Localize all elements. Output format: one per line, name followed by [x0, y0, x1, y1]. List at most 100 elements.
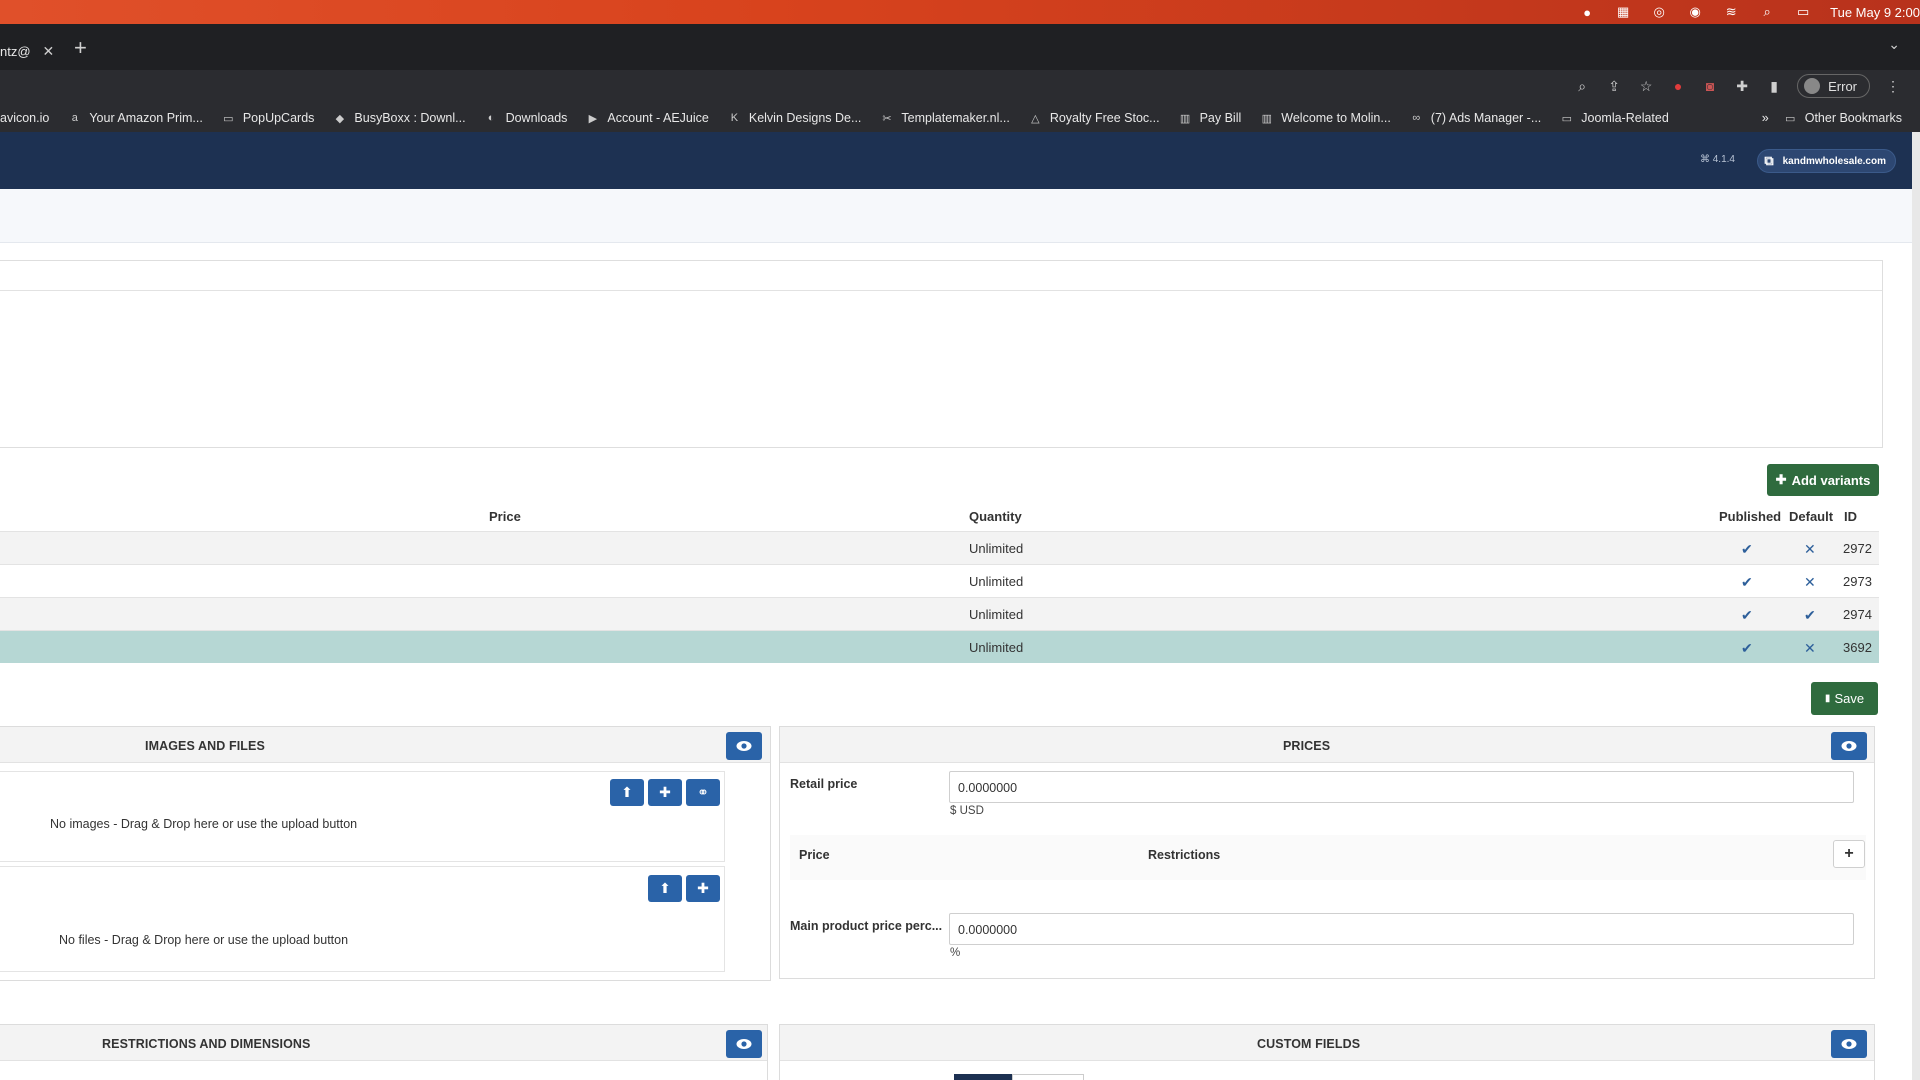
extensions-puzzle-icon[interactable]: ✚: [1733, 77, 1751, 95]
sync-icon[interactable]: ◉: [1686, 4, 1704, 19]
images-dropzone[interactable]: ⬆ ✚ ⚭ No images - Drag & Drop here or us…: [0, 771, 725, 862]
bookmark-item[interactable]: ✂ Templatemaker.nl...: [870, 111, 1018, 125]
description-toolbar[interactable]: [0, 261, 1882, 291]
other-bookmarks-label: Other Bookmarks: [1804, 111, 1902, 125]
default-x-icon[interactable]: ✕: [1804, 574, 1816, 591]
bookmark-item[interactable]: △ Royalty Free Stoc...: [1019, 111, 1169, 125]
add-variants-button[interactable]: ✚ Add variants: [1767, 464, 1879, 496]
spotlight-search-icon[interactable]: ⌕: [1758, 4, 1776, 19]
creative-cloud-icon[interactable]: ◎: [1650, 4, 1668, 19]
panel-header: PRICES: [780, 727, 1874, 763]
bookmark-item[interactable]: ◆ BusyBoxx : Downl...: [323, 111, 474, 125]
variant-row[interactable]: Unlimited ✔ ✕ 3692: [0, 630, 1879, 663]
bookmark-item[interactable]: ∞ (7) Ads Manager -...: [1400, 111, 1550, 125]
bookmark-item[interactable]: ◐ Downloads: [475, 111, 577, 125]
bookmark-label: (7) Ads Manager -...: [1430, 111, 1542, 125]
panel-title: PRICES: [1283, 739, 1331, 753]
published-check-icon[interactable]: ✔: [1741, 607, 1753, 624]
retail-price-label: Retail price: [790, 777, 858, 791]
files-dropzone[interactable]: ⬆ ✚ No files - Drag & Drop here or use t…: [0, 866, 725, 972]
bookmark-item[interactable]: ▥ Welcome to Molin...: [1250, 111, 1400, 125]
side-panel-icon[interactable]: ▮: [1765, 77, 1783, 95]
site-link-button[interactable]: ⧉ kandmwholesale.com: [1757, 149, 1896, 173]
profile-avatar: [1804, 78, 1821, 94]
upload-image-button[interactable]: ⬆: [610, 779, 644, 806]
main-price-percent-input[interactable]: 0.0000000: [949, 913, 1854, 945]
folder-icon: ▭: [1561, 112, 1572, 125]
variant-row[interactable]: Unlimited ✔ ✕ 2973: [0, 564, 1879, 597]
bookmark-item[interactable]: ▶ Account - AEJuice: [576, 111, 717, 125]
bookmark-item[interactable]: ▭ PopUpCards: [212, 111, 324, 125]
bookmark-label: Downloads: [505, 111, 568, 125]
retail-price-input[interactable]: 0.0000000: [949, 771, 1854, 803]
k-icon: K: [730, 112, 739, 124]
screen-record-extension-icon[interactable]: ◙: [1701, 77, 1719, 95]
add-file-button[interactable]: ✚: [686, 875, 720, 902]
bookmark-item[interactable]: a Your Amazon Prim...: [58, 111, 211, 125]
save-variants-button[interactable]: ▮ Save: [1811, 682, 1878, 715]
custom-fields-tab[interactable]: [954, 1074, 1012, 1080]
tab-search-chevron-icon[interactable]: ⌄: [1888, 36, 1900, 53]
plus-icon: ✚: [697, 880, 709, 896]
published-check-icon[interactable]: ✔: [1741, 541, 1753, 558]
wifi-icon[interactable]: ≋: [1722, 4, 1740, 19]
variant-quantity: Unlimited: [969, 574, 1024, 589]
bookmark-label: Templatemaker.nl...: [901, 111, 1010, 125]
toggle-visibility-button[interactable]: [1831, 1030, 1867, 1058]
toggle-visibility-button[interactable]: [1831, 732, 1867, 760]
save-icon: ▮: [1824, 693, 1831, 704]
default-x-icon[interactable]: ✕: [1804, 640, 1816, 657]
no-images-text: No images - Drag & Drop here or use the …: [50, 817, 358, 831]
col-default[interactable]: Default: [1789, 509, 1833, 524]
tab-close-icon[interactable]: ✕: [43, 43, 55, 60]
building-icon: ▥: [1179, 112, 1191, 125]
busyboxx-icon: ◆: [335, 112, 345, 125]
link-image-button[interactable]: ⚭: [686, 779, 720, 806]
published-check-icon[interactable]: ✔: [1741, 640, 1753, 657]
folder-icon: ▭: [1785, 112, 1796, 125]
browser-tab-active[interactable]: ntz@ ✕: [0, 32, 60, 70]
control-center-icon[interactable]: ▭: [1794, 4, 1812, 19]
page-scrollbar[interactable]: [1912, 132, 1920, 1080]
description-area[interactable]: [0, 260, 1883, 448]
upload-file-button[interactable]: ⬆: [648, 875, 682, 902]
new-tab-button[interactable]: +: [74, 35, 87, 61]
pinterest-extension-icon[interactable]: ●: [1669, 77, 1687, 95]
menu-extra-icon[interactable]: ▦: [1614, 4, 1632, 19]
col-quantity[interactable]: Quantity: [969, 509, 1022, 524]
variant-row[interactable]: Unlimited ✔ ✕ 2972: [0, 531, 1879, 564]
menubar-clock[interactable]: Tue May 9 2:00: [1830, 5, 1920, 20]
bookmark-item[interactable]: ▥ Pay Bill: [1169, 111, 1251, 125]
bookmark-item[interactable]: ▭ Joomla-Related: [1550, 111, 1678, 125]
zoom-icon[interactable]: ⌕: [1573, 77, 1591, 95]
add-price-button[interactable]: +: [1833, 840, 1865, 868]
external-link-icon: ⧉: [1764, 153, 1774, 168]
admin-header: ⌘ 4.1.4 ⧉ kandmwholesale.com: [0, 132, 1912, 189]
other-bookmarks-folder[interactable]: ▭ Other Bookmarks: [1783, 111, 1902, 125]
bookmark-item[interactable]: K Kelvin Designs De...: [718, 111, 871, 125]
col-published[interactable]: Published: [1719, 509, 1781, 524]
bookmarks-overflow-icon[interactable]: »: [1762, 111, 1769, 125]
variant-quantity: Unlimited: [969, 541, 1024, 556]
bookmark-star-icon[interactable]: ☆: [1637, 77, 1655, 95]
variant-id: 2974: [1843, 607, 1872, 622]
default-x-icon[interactable]: ✕: [1804, 541, 1816, 558]
variant-row[interactable]: Unlimited ✔ ✔ 2974: [0, 597, 1879, 630]
col-id[interactable]: ID: [1844, 509, 1857, 524]
plus-icon: +: [1844, 845, 1854, 862]
custom-fields-tab-2[interactable]: [1012, 1074, 1084, 1080]
add-variants-label: Add variants: [1791, 472, 1871, 488]
profile-error-button[interactable]: Error: [1797, 74, 1870, 98]
share-icon[interactable]: ⇪: [1605, 77, 1623, 95]
chrome-menu-icon[interactable]: ⋮: [1884, 77, 1902, 95]
published-check-icon[interactable]: ✔: [1741, 574, 1753, 591]
toggle-visibility-button[interactable]: [726, 1030, 762, 1058]
todo-icon[interactable]: ●: [1578, 5, 1596, 20]
bookmark-item[interactable]: avicon.io: [0, 111, 58, 125]
aejuice-icon: ▶: [588, 112, 598, 125]
save-label: Save: [1834, 691, 1865, 706]
col-price[interactable]: Price: [489, 509, 521, 524]
toggle-visibility-button[interactable]: [726, 732, 762, 760]
default-check-icon[interactable]: ✔: [1804, 607, 1816, 624]
add-image-button[interactable]: ✚: [648, 779, 682, 806]
